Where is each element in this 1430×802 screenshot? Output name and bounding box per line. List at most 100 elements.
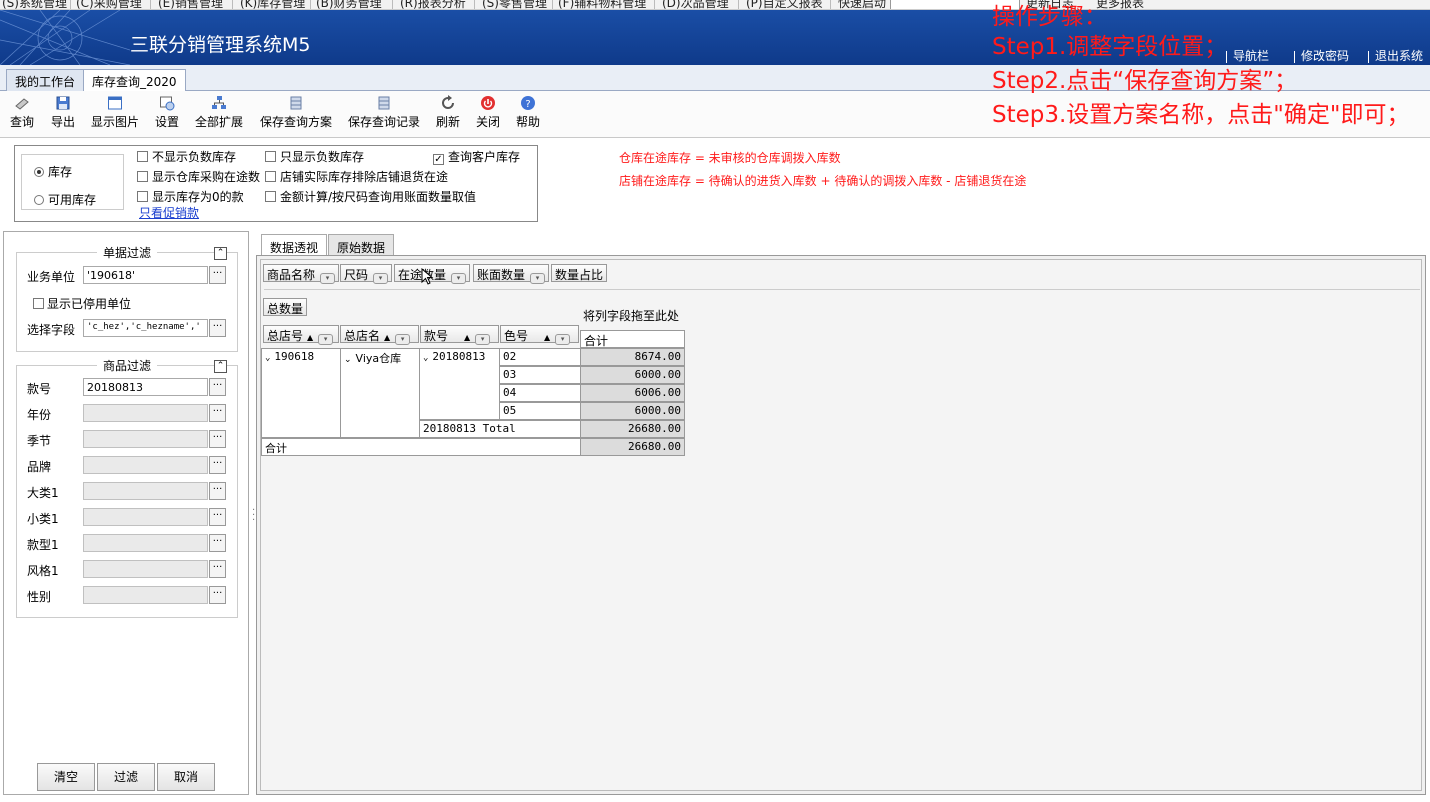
row-field-style-no[interactable]: 款号 ▲ ▾ [420, 325, 499, 345]
category1-picker[interactable]: ··· [209, 482, 226, 500]
check-show-zero-stock[interactable]: 显示库存为0的款 [137, 188, 244, 205]
subcategory1-input[interactable] [83, 508, 208, 526]
row-field-color-no[interactable]: 色号 ▲ ▾ [500, 325, 579, 345]
save-query-scheme-button[interactable]: 保存查询方案 [260, 95, 332, 130]
total-column-header: 合计 [580, 330, 685, 348]
menu-reports[interactable]: (R)报表分析 [400, 0, 466, 9]
clear-button[interactable]: 清空 [37, 763, 95, 791]
gender-input[interactable] [83, 586, 208, 604]
grand-total-label: 合计 [261, 438, 581, 456]
stack-record-icon [378, 96, 390, 110]
shop-name-cell[interactable]: ⌄ Viya仓库 [340, 348, 420, 438]
check-hide-negative[interactable]: 不显示负数库存 [137, 148, 236, 165]
stock-type-group: 库存 可用库存 [21, 154, 124, 210]
refresh-icon [442, 95, 454, 109]
field-input[interactable]: 'c_hez','c_hezname',' [83, 319, 208, 337]
style-no-input[interactable]: 20180813 [83, 378, 208, 396]
app-title: 三联分销管理系统M5 [130, 34, 311, 56]
promo-only-link[interactable]: 只看促销款 [139, 204, 199, 221]
menu-purchase[interactable]: (C)采购管理 [76, 0, 142, 9]
collapse-goods-filter-icon[interactable]: ⌃ [214, 360, 227, 373]
style1-input[interactable] [83, 560, 208, 578]
settings-button[interactable]: 设置 [155, 95, 179, 130]
color-cell[interactable]: 05 [499, 402, 581, 420]
stack-icon [290, 96, 302, 110]
value-cell[interactable]: 6006.00 [580, 384, 685, 402]
menu-system[interactable]: (S)系统管理 [2, 0, 67, 9]
color-cell[interactable]: 03 [499, 366, 581, 384]
style-no-cell[interactable]: ⌄ 20180813 [419, 348, 500, 420]
year-input[interactable] [83, 404, 208, 422]
shape1-input[interactable] [83, 534, 208, 552]
shop-no-cell[interactable]: ⌄ 190618 [261, 348, 341, 438]
show-image-button[interactable]: 显示图片 [91, 95, 139, 130]
menu-retail[interactable]: (S)零售管理 [482, 0, 547, 9]
shape1-label: 款型1 [27, 538, 59, 552]
save-query-record-button[interactable]: 保存查询记录 [348, 95, 420, 130]
menu-finance[interactable]: (B)财务管理 [316, 0, 382, 9]
field-picker-button[interactable]: ··· [209, 319, 226, 337]
category1-input[interactable] [83, 482, 208, 500]
filter-field-size[interactable]: 尺码 ▾ [340, 264, 393, 284]
tab-inventory-query[interactable]: 库存查询_2020 [83, 69, 186, 92]
show-disabled-check[interactable]: 显示已停用单位 [33, 295, 131, 312]
season-picker[interactable]: ··· [209, 430, 226, 448]
color-cell[interactable]: 04 [499, 384, 581, 402]
refresh-button[interactable]: 刷新 [436, 95, 460, 130]
row-field-shop-name[interactable]: 总店名 ▲ ▾ [340, 325, 419, 345]
check-exclude-return-transit[interactable]: 店铺实际库存排除店铺退货在途 [265, 168, 448, 185]
tab-raw-data[interactable]: 原始数据 [328, 234, 395, 256]
gender-picker[interactable]: ··· [209, 586, 226, 604]
settings-icon [160, 96, 175, 111]
image-window-icon [108, 96, 122, 110]
year-picker[interactable]: ··· [209, 404, 226, 422]
expand-all-button[interactable]: 全部扩展 [195, 95, 243, 130]
style-total-value[interactable]: 26680.00 [580, 420, 685, 438]
style-no-picker[interactable]: ··· [209, 378, 226, 396]
cancel-button[interactable]: 取消 [157, 763, 215, 791]
season-label: 季节 [27, 434, 52, 448]
filter-panel: 单据过滤 ⌃ 业务单位 '190618' ··· 显示已停用单位 选择字段 'c… [3, 231, 249, 795]
filter-field-product-name[interactable]: 商品名称 ▾ [263, 264, 340, 284]
close-button[interactable]: 关闭 [476, 95, 500, 130]
check-warehouse-in-transit[interactable]: 显示仓库采购在途数 [137, 168, 260, 185]
style-total-label: 20180813 Total [419, 420, 581, 438]
grand-total-value[interactable]: 26680.00 [580, 438, 685, 456]
data-field-total-qty[interactable]: 总数量 [263, 298, 308, 316]
radio-stock[interactable]: 库存 [34, 163, 72, 180]
collapse-bill-filter-icon[interactable]: ⌃ [214, 247, 227, 260]
menu-defects[interactable]: (D)次品管理 [662, 0, 729, 9]
export-button[interactable]: 导出 [51, 95, 75, 130]
shape1-picker[interactable]: ··· [209, 534, 226, 552]
help-button[interactable]: ? 帮助 [516, 95, 540, 130]
filter-area-divider [264, 289, 1420, 290]
brand-picker[interactable]: ··· [209, 456, 226, 474]
check-customer-stock[interactable]: ✓ 查询客户库存 [433, 148, 520, 165]
filter-button[interactable]: 过滤 [97, 763, 155, 791]
menu-custom-reports[interactable]: (P)自定义报表 [746, 0, 823, 9]
value-cell[interactable]: 6000.00 [580, 402, 685, 420]
radio-available-stock[interactable]: 可用库存 [34, 191, 96, 208]
check-only-negative[interactable]: 只显示负数库存 [265, 148, 364, 165]
value-cell[interactable]: 8674.00 [580, 348, 685, 366]
unit-picker-button[interactable]: ··· [209, 266, 226, 284]
row-field-shop-no[interactable]: 总店号 ▲ ▾ [263, 325, 339, 345]
query-button[interactable]: 查询 [10, 95, 34, 130]
filter-field-book-qty[interactable]: 账面数量 ▾ [473, 264, 550, 284]
value-cell[interactable]: 6000.00 [580, 366, 685, 384]
tab-workbench[interactable]: 我的工作台 [6, 69, 85, 91]
filter-field-qty-ratio[interactable]: 数量占比 [551, 264, 608, 282]
unit-input[interactable]: '190618' [83, 266, 208, 284]
style-no-label: 款号 [27, 382, 52, 396]
subcategory1-picker[interactable]: ··· [209, 508, 226, 526]
menu-materials[interactable]: (F)辅料物料管理 [558, 0, 646, 9]
color-cell[interactable]: 02 [499, 348, 581, 366]
check-book-quantity-calc[interactable]: 金额计算/按尺码查询用账面数量取值 [265, 188, 476, 205]
tab-pivot[interactable]: 数据透视 [261, 234, 328, 257]
menu-sales[interactable]: (E)销售管理 [158, 0, 223, 9]
season-input[interactable] [83, 430, 208, 448]
style1-picker[interactable]: ··· [209, 560, 226, 578]
brand-input[interactable] [83, 456, 208, 474]
panel-splitter[interactable]: · · · [252, 506, 255, 526]
menu-inventory[interactable]: (K)库存管理 [240, 0, 305, 9]
